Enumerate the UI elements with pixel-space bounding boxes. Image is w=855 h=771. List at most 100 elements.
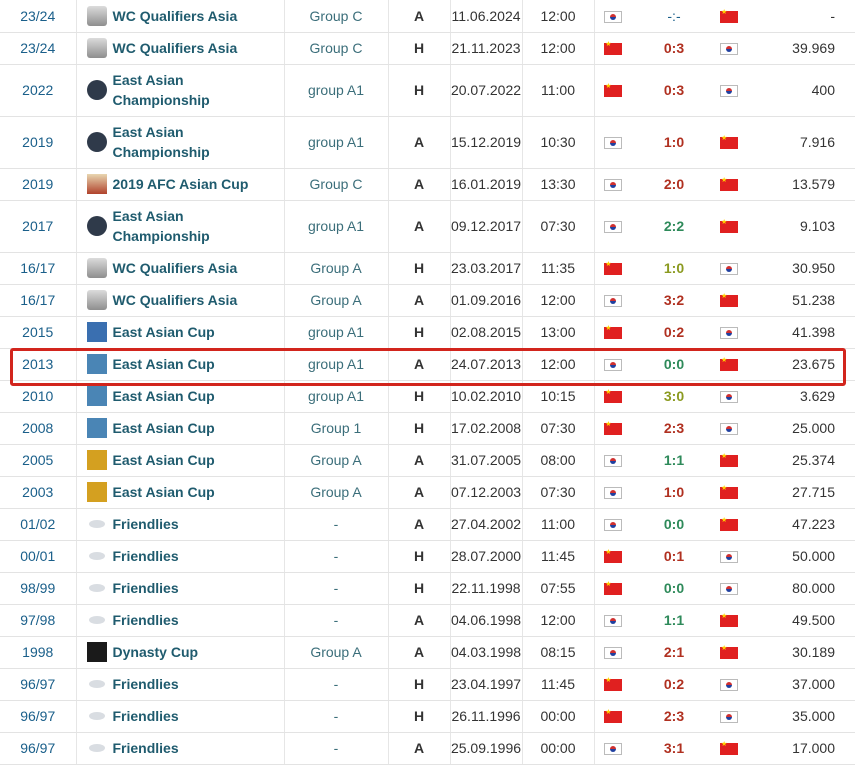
season-link[interactable]: 16/17 <box>0 252 77 285</box>
competition-link[interactable]: East Asian Cup <box>113 418 215 438</box>
competition-link[interactable]: East Asian Championship <box>113 206 284 246</box>
match-row[interactable]: 01/02 Friendlies -A27.04.200211:00 0:0 47.22… <box>0 508 855 541</box>
china-flag-icon <box>604 580 623 596</box>
score-link[interactable]: 1:0 <box>664 484 684 500</box>
competition-link[interactable]: Friendlies <box>113 546 179 566</box>
score-link[interactable]: 0:0 <box>664 516 684 532</box>
season-link[interactable]: 01/02 <box>0 508 77 541</box>
match-row[interactable]: 23/24 WC Qualifiers Asia Group C H 21.11.202… <box>0 32 855 65</box>
season-link[interactable]: 96/97 <box>0 732 77 765</box>
season-link[interactable]: 98/99 <box>0 572 77 605</box>
date-cell: 25.09.1996 <box>450 732 523 765</box>
east-asian-championship-icon <box>86 80 107 100</box>
date-cell: 21.11.2023 <box>450 32 523 65</box>
score-link[interactable]: 2:0 <box>664 176 684 192</box>
score-link[interactable]: 1:0 <box>664 134 684 150</box>
score-link[interactable]: 0:3 <box>664 40 684 56</box>
season-link[interactable]: 2013 <box>0 348 77 381</box>
match-row[interactable]: 2019 East Asian Championship group A1 A 15.1… <box>0 116 855 169</box>
match-row[interactable]: 2010 East Asian Cup group A1 H 10.02.2010 10:… <box>0 380 855 413</box>
score-link[interactable]: 0:1 <box>664 548 684 564</box>
season-link[interactable]: 2019 <box>0 116 77 169</box>
season-link[interactable]: 96/97 <box>0 700 77 733</box>
competition-link[interactable]: Friendlies <box>113 706 179 726</box>
season-link[interactable]: 2019 <box>0 168 77 201</box>
time-cell: 00:00 <box>522 700 595 733</box>
season-link[interactable]: 23/24 <box>0 32 77 65</box>
competition-link[interactable]: WC Qualifiers Asia <box>113 258 238 278</box>
score-link[interactable]: 0:2 <box>664 324 684 340</box>
match-row[interactable]: 2005 East Asian Cup Group A A 31.07.2005 08:0… <box>0 444 855 477</box>
competition-link[interactable]: WC Qualifiers Asia <box>113 290 238 310</box>
score-link[interactable]: 0:3 <box>664 82 684 98</box>
score-link[interactable]: 2:3 <box>664 420 684 436</box>
score-link[interactable]: 0:0 <box>664 356 684 372</box>
competition-link[interactable]: WC Qualifiers Asia <box>113 6 238 26</box>
competition-link[interactable]: East Asian Cup <box>113 386 215 406</box>
competition-link[interactable]: Dynasty Cup <box>113 642 199 662</box>
score-link[interactable]: 1:1 <box>664 612 684 628</box>
score-link[interactable]: 3:1 <box>664 740 684 756</box>
competition-link[interactable]: Friendlies <box>113 610 179 630</box>
match-row[interactable]: 2019 2019 AFC Asian Cup Group C A 16.01.2019… <box>0 168 855 201</box>
competition-link[interactable]: East Asian Cup <box>113 450 215 470</box>
match-row[interactable]: 2017 East Asian Championship group A1 A 09.1… <box>0 200 855 253</box>
match-row[interactable]: 98/99 Friendlies -H22.11.199807:55 0:0 80.00… <box>0 572 855 605</box>
season-link[interactable]: 2010 <box>0 380 77 413</box>
season-link[interactable]: 2005 <box>0 444 77 477</box>
match-row[interactable]: 96/97 Friendlies -H23.04.199711:45 0:2 37.00… <box>0 668 855 701</box>
season-link[interactable]: 2015 <box>0 316 77 349</box>
match-row[interactable]: 2003 East Asian Cup Group A A 07.12.2003 07:3… <box>0 476 855 509</box>
match-row[interactable]: 16/17 WC Qualifiers Asia Group A A 01.09.201… <box>0 284 855 317</box>
competition-link[interactable]: Friendlies <box>113 674 179 694</box>
score-link[interactable]: 0:0 <box>664 580 684 596</box>
score-link[interactable]: 1:0 <box>664 260 684 276</box>
score-link[interactable]: 3:0 <box>664 388 684 404</box>
match-row[interactable]: 2008 East Asian Cup Group 1 H 17.02.2008 07:3… <box>0 412 855 445</box>
season-link[interactable]: 16/17 <box>0 284 77 317</box>
home-away-cell: H <box>388 316 451 349</box>
competition-link[interactable]: East Asian Cup <box>113 482 215 502</box>
competition-link[interactable]: East Asian Championship <box>113 70 284 110</box>
season-link[interactable]: 2008 <box>0 412 77 445</box>
competition-link[interactable]: East Asian Cup <box>113 322 215 342</box>
season-link[interactable]: 00/01 <box>0 540 77 573</box>
score-link[interactable]: 1:1 <box>664 452 684 468</box>
score-link[interactable]: 2:1 <box>664 644 684 660</box>
competition-link[interactable]: 2019 AFC Asian Cup <box>113 174 249 194</box>
attendance-cell: 41.398 <box>742 316 855 349</box>
match-row[interactable]: 16/17 WC Qualifiers Asia Group A H 23.03.201… <box>0 252 855 285</box>
match-row[interactable]: 23/24 WC Qualifiers Asia Group C A 11.06.202… <box>0 0 855 33</box>
match-row[interactable]: 96/97 Friendlies -H26.11.199600:00 2:3 35.00… <box>0 700 855 733</box>
season-link[interactable]: 23/24 <box>0 0 77 33</box>
match-row[interactable]: 2015 East Asian Cup group A1 H 02.08.2015 13:… <box>0 316 855 349</box>
score-link[interactable]: -:- <box>667 8 680 24</box>
match-row[interactable]: 1998 Dynasty Cup Group A A 04.03.1998 08:15 2:… <box>0 636 855 669</box>
time-cell: 11:45 <box>522 668 595 701</box>
season-link[interactable]: 2022 <box>0 64 77 117</box>
date-cell: 26.11.1996 <box>450 700 523 733</box>
match-row[interactable]: 2013 East Asian Cup group A1 A 24.07.2013 12:… <box>0 348 855 381</box>
match-row[interactable]: 00/01 Friendlies -H28.07.200011:45 0:1 50.00… <box>0 540 855 573</box>
season-link[interactable]: 97/98 <box>0 604 77 637</box>
competition-link[interactable]: East Asian Championship <box>113 122 284 162</box>
match-row[interactable]: 96/97 Friendlies -A25.09.199600:00 3:1 17.00… <box>0 732 855 765</box>
competition-link[interactable]: East Asian Cup <box>113 354 215 374</box>
competition-link[interactable]: Friendlies <box>113 578 179 598</box>
match-row[interactable]: 97/98 Friendlies -A04.06.199812:00 1:1 49.50… <box>0 604 855 637</box>
competition-link[interactable]: Friendlies <box>113 514 179 534</box>
competition-link[interactable]: Friendlies <box>113 738 179 758</box>
date-cell: 16.01.2019 <box>450 168 523 201</box>
china-flag-icon <box>720 292 738 308</box>
score-link[interactable]: 3:2 <box>664 292 684 308</box>
score-link[interactable]: 2:2 <box>664 218 684 234</box>
season-link[interactable]: 96/97 <box>0 668 77 701</box>
match-row[interactable]: 2022 East Asian Championship group A1 H 20.0… <box>0 64 855 117</box>
season-link[interactable]: 2017 <box>0 200 77 253</box>
competition-link[interactable]: WC Qualifiers Asia <box>113 38 238 58</box>
score-link[interactable]: 0:2 <box>664 676 684 692</box>
group-cell: Group A <box>284 476 389 509</box>
score-link[interactable]: 2:3 <box>664 708 684 724</box>
season-link[interactable]: 1998 <box>0 636 77 669</box>
season-link[interactable]: 2003 <box>0 476 77 509</box>
